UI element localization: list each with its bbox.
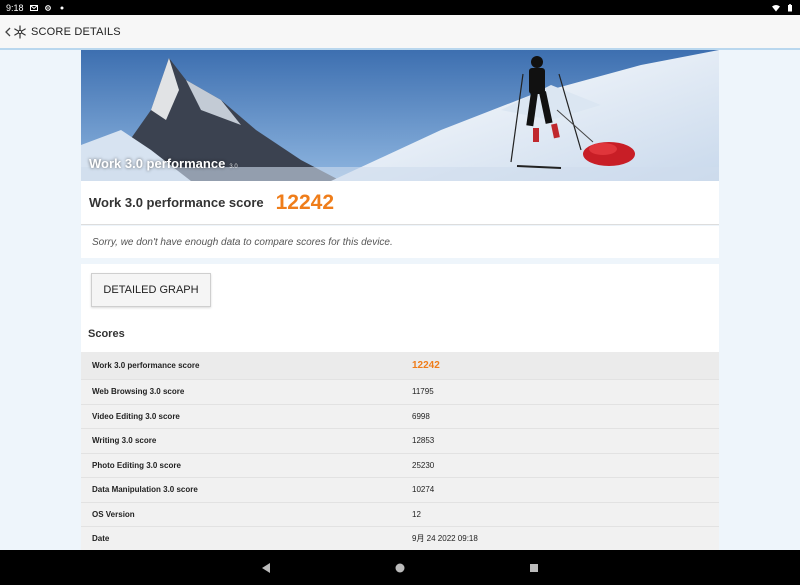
row-name: Writing 3.0 score (92, 436, 157, 446)
hero-title: Work 3.0 performance 3.0 (89, 156, 238, 171)
row-name: Web Browsing 3.0 score (92, 387, 185, 397)
settings-cog-icon (44, 4, 51, 11)
row-value: 11795 (412, 387, 434, 397)
row-value: 9月 24 2022 09:18 (412, 534, 478, 544)
nav-back-icon[interactable] (259, 561, 273, 575)
scores-table: Work 3.0 performance score 12242 Web Bro… (81, 352, 719, 550)
app-bar: SCORE DETAILS (0, 15, 800, 50)
main-score-card: Work 3.0 performance score 12242 (81, 181, 719, 225)
scores-heading: Scores (88, 328, 125, 340)
row-name: Date (92, 534, 110, 544)
status-time: 9:18 (6, 2, 24, 13)
row-value: 12853 (412, 436, 435, 446)
compare-message: Sorry, we don't have enough data to comp… (81, 226, 719, 258)
hero-banner: Work 3.0 performance 3.0 (81, 50, 719, 181)
table-row: Writing 3.0 score 12853 (81, 429, 719, 454)
row-value: 12242 (412, 360, 440, 371)
page-title: SCORE DETAILS (31, 25, 121, 38)
hero-version: 3.0 (229, 164, 238, 170)
table-row: Photo Editing 3.0 score 25230 (81, 453, 719, 478)
row-value: 10274 (412, 485, 435, 495)
row-name: OS Version (92, 509, 135, 519)
back-chevron-icon[interactable] (3, 25, 13, 39)
battery-icon (788, 3, 792, 11)
row-name: Photo Editing 3.0 score (92, 460, 181, 470)
dot-icon (60, 6, 64, 9)
snowflake-logo-icon (14, 24, 26, 39)
status-bar: 9:18 (0, 0, 800, 15)
table-row: Web Browsing 3.0 score 11795 (81, 380, 719, 405)
mail-icon (29, 4, 38, 11)
row-value: 6998 (412, 411, 430, 421)
table-row: Date 9月 24 2022 09:18 (81, 527, 719, 550)
row-name: Work 3.0 performance score (92, 361, 200, 370)
score-details-panel: DETAILED GRAPH Scores Work 3.0 performan… (81, 264, 719, 550)
detailed-graph-button[interactable]: DETAILED GRAPH (91, 273, 211, 307)
row-name: Data Manipulation 3.0 score (92, 485, 198, 495)
wifi-icon (772, 4, 780, 11)
main-score-label: Work 3.0 performance score (89, 195, 264, 210)
table-row: OS Version 12 (81, 502, 719, 527)
row-value: 12 (412, 509, 421, 519)
scrollable-content[interactable]: Work 3.0 performance 3.0 Work 3.0 perform… (0, 50, 800, 550)
nav-recents-icon[interactable] (527, 561, 541, 575)
nav-home-icon[interactable] (393, 561, 407, 575)
system-nav-bar (0, 550, 800, 585)
hero-title-text: Work 3.0 performance (89, 156, 226, 171)
table-row: Work 3.0 performance score 12242 (81, 352, 719, 380)
main-score-value: 12242 (275, 190, 335, 214)
row-value: 25230 (412, 460, 435, 470)
row-name: Video Editing 3.0 score (92, 411, 180, 421)
table-row: Video Editing 3.0 score 6998 (81, 404, 719, 429)
table-row: Data Manipulation 3.0 score 10274 (81, 478, 719, 503)
